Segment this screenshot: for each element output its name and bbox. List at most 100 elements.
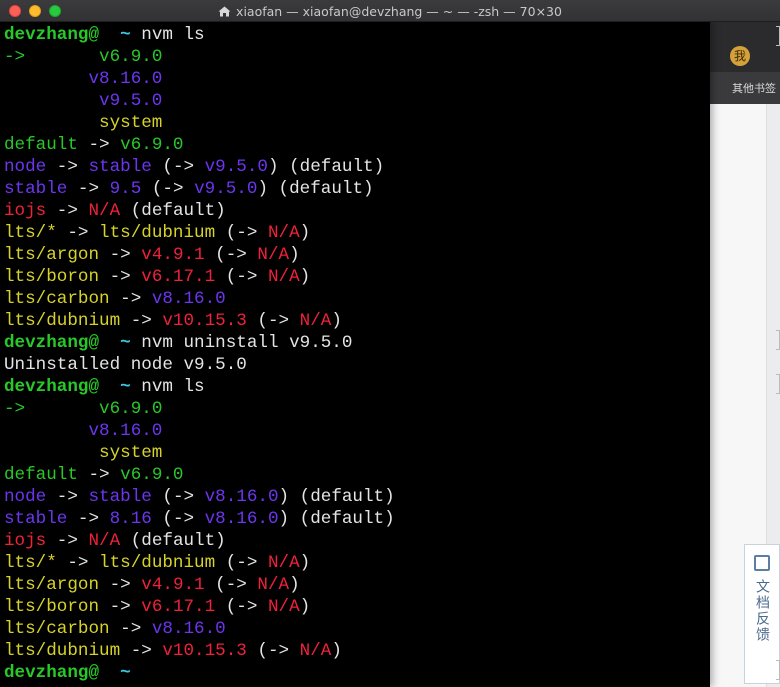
terminal-text-segment: ->: [56, 223, 100, 243]
terminal-line: devzhang@ ~ nvm ls: [4, 24, 704, 46]
terminal-text-segment: lts/argon: [4, 245, 100, 265]
terminal-line: iojs -> N/A (default): [4, 200, 704, 222]
terminal-text-segment: (->: [215, 553, 268, 573]
terminal-text-segment: (->: [215, 267, 268, 287]
terminal-text-segment: devzhang@: [4, 663, 100, 683]
terminal-text-segment: 9.5: [109, 179, 142, 199]
terminal-text-segment: ): [299, 223, 311, 243]
terminal-text-segment: N/A: [267, 553, 300, 573]
terminal-text-segment: v8.16.0: [4, 69, 163, 89]
terminal-text-segment: iojs: [4, 201, 47, 221]
terminal-text-segment: lts/carbon: [4, 619, 110, 639]
terminal-line: -> v6.9.0: [4, 398, 704, 420]
terminal-text-segment: nvm uninstall v9.5.0: [141, 333, 353, 353]
terminal-text-segment: stable: [88, 157, 152, 177]
terminal-text-segment: N/A: [88, 531, 121, 551]
terminal-text-segment: v9.5.0: [194, 179, 258, 199]
terminal-text-segment: default: [4, 135, 78, 155]
terminal-text-segment: lts/*: [4, 553, 57, 573]
terminal-text-segment: ): [299, 267, 311, 287]
terminal-text-segment: iojs: [4, 531, 47, 551]
terminal-text-segment: (->: [204, 575, 258, 595]
terminal-line: v9.5.0: [4, 90, 704, 112]
terminal-text-segment: lts/*: [4, 223, 57, 243]
avatar[interactable]: 我: [730, 46, 750, 66]
terminal-text-segment: lts/carbon: [4, 289, 110, 309]
doc-feedback-button[interactable]: 文档反馈: [744, 544, 780, 684]
terminal-line: stable -> 9.5 (-> v9.5.0) (default): [4, 178, 704, 200]
terminal-text-segment: v6.17.1: [141, 267, 216, 287]
window-title: xiaofan — xiaofan@devzhang — ~ — -zsh — …: [236, 3, 562, 19]
terminal-text-segment: v8.16.0: [151, 619, 226, 639]
window-title-container: xiaofan — xiaofan@devzhang — ~ — -zsh — …: [0, 0, 780, 22]
terminal-text-segment: ~: [99, 377, 142, 397]
bookmark-other[interactable]: 其他书签: [732, 80, 776, 96]
terminal-line: system: [4, 442, 704, 464]
terminal-line: lts/argon -> v4.9.1 (-> N/A): [4, 574, 704, 596]
terminal-text-segment: N/A: [299, 311, 332, 331]
terminal-text-segment: ) (default): [278, 509, 395, 529]
terminal-text-segment: stable: [4, 509, 68, 529]
terminal-line: Uninstalled node v9.5.0: [4, 354, 704, 376]
terminal-text-segment: N/A: [88, 201, 121, 221]
terminal-text-segment: Uninstalled node v9.5.0: [4, 355, 247, 375]
terminal-line: default -> v6.9.0: [4, 464, 704, 486]
terminal-line: lts/argon -> v4.9.1 (-> N/A): [4, 244, 704, 266]
terminal-text-segment: ->: [67, 509, 110, 529]
terminal-text-segment: N/A: [257, 575, 290, 595]
terminal-text-segment: ->: [109, 289, 152, 309]
terminal-text-segment: v8.16.0: [4, 421, 163, 441]
terminal-line: lts/* -> lts/dubnium (-> N/A): [4, 222, 704, 244]
scroll-marker: [776, 330, 780, 350]
terminal-line: stable -> 8.16 (-> v8.16.0) (default): [4, 508, 704, 530]
terminal-text-segment: ) (default): [267, 157, 385, 177]
doc-feedback-label: 文档反馈: [754, 579, 770, 643]
terminal-text-segment: ->: [67, 179, 110, 199]
terminal-text-segment: N/A: [257, 245, 290, 265]
terminal-text-segment: lts/dubnium: [4, 311, 121, 331]
terminal-text-segment: ): [289, 575, 300, 595]
terminal-text-segment: (->: [246, 311, 300, 331]
terminal-text-segment: v6.9.0: [25, 47, 163, 67]
terminal-line: default -> v6.9.0: [4, 134, 704, 156]
terminal-line: lts/dubnium -> v10.15.3 (-> N/A): [4, 640, 704, 662]
terminal-text-segment: (->: [246, 641, 300, 661]
terminal-text-segment: lts/dubnium: [99, 553, 216, 573]
terminal-text-segment: 8.16: [109, 509, 152, 529]
terminal-text-segment: node: [4, 157, 47, 177]
terminal-text-segment: (->: [151, 487, 205, 507]
terminal-text-segment: ~: [99, 25, 142, 45]
terminal-text-segment: N/A: [299, 641, 332, 661]
terminal-window[interactable]: devzhang@ ~ nvm ls -> v6.9.0 v8.16.0 v9.5…: [0, 0, 710, 687]
terminal-line: devzhang@ ~ nvm uninstall v9.5.0: [4, 332, 704, 354]
terminal-text-segment: v9.5.0: [4, 91, 163, 111]
terminal-line: v8.16.0: [4, 68, 704, 90]
terminal-line: devzhang@ ~: [4, 662, 704, 684]
terminal-text-segment: v4.9.1: [141, 575, 205, 595]
terminal-text-segment: ~: [99, 663, 142, 683]
terminal-text-segment: ~: [99, 333, 142, 353]
terminal-text-segment: (->: [215, 597, 268, 617]
terminal-text-segment: ->: [56, 553, 100, 573]
terminal-text-segment: v6.9.0: [120, 465, 184, 485]
home-icon: [218, 6, 231, 16]
terminal-output[interactable]: devzhang@ ~ nvm ls -> v6.9.0 v8.16.0 v9.5…: [4, 24, 704, 684]
terminal-line: -> v6.9.0: [4, 46, 704, 68]
terminal-text-segment: nvm ls: [141, 377, 205, 397]
terminal-text-segment: devzhang@: [4, 333, 100, 353]
terminal-text-segment: ->: [77, 135, 121, 155]
terminal-text-segment: v9.5.0: [204, 157, 268, 177]
terminal-text-segment: v4.9.1: [141, 245, 205, 265]
terminal-line: iojs -> N/A (default): [4, 530, 704, 552]
terminal-text-segment: ): [331, 641, 342, 661]
terminal-line: node -> stable (-> v9.5.0) (default): [4, 156, 704, 178]
scroll-marker: [776, 660, 780, 680]
terminal-text-segment: (->: [141, 179, 195, 199]
edit-icon: [754, 555, 770, 571]
window-titlebar[interactable]: xiaofan — xiaofan@devzhang — ~ — -zsh — …: [0, 0, 780, 22]
terminal-text-segment: devzhang@: [4, 377, 100, 397]
terminal-text-segment: (->: [204, 245, 258, 265]
terminal-line: system: [4, 112, 704, 134]
terminal-text-segment: (->: [151, 157, 205, 177]
terminal-line: lts/dubnium -> v10.15.3 (-> N/A): [4, 310, 704, 332]
